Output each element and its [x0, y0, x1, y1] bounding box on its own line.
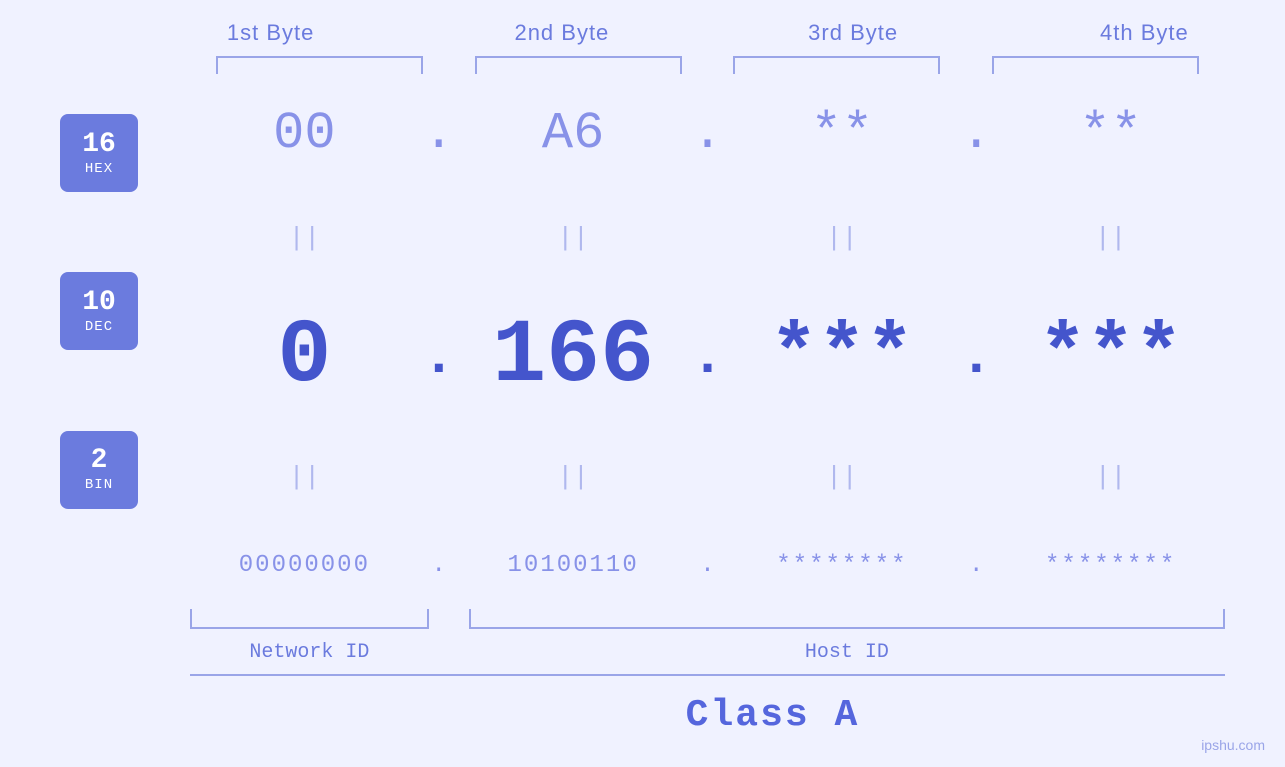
label-gap — [429, 641, 469, 664]
dec-b1: 0 — [190, 312, 419, 402]
host-bracket — [469, 609, 1225, 629]
bracket-byte1 — [216, 56, 423, 74]
dec-dot3: . — [956, 325, 996, 389]
bin-b1: 00000000 — [190, 552, 419, 579]
hex-b3: ** — [728, 104, 957, 163]
bracket-gap — [429, 609, 469, 633]
hex-badge: 16 HEX — [60, 114, 138, 192]
network-bracket — [190, 609, 429, 629]
bin-number: 2 — [91, 446, 108, 477]
byte1-header: 1st Byte — [125, 20, 416, 46]
byte2-header: 2nd Byte — [416, 20, 707, 46]
bin-dot2: . — [688, 552, 728, 579]
eq2-b3: || — [728, 462, 957, 492]
byte4-header: 4th Byte — [999, 20, 1285, 46]
main-container: 1st Byte 2nd Byte 3rd Byte 4th Byte 16 H… — [0, 0, 1285, 767]
network-id-label: Network ID — [190, 641, 429, 664]
dec-value-row: 0 . 166 . *** . — [190, 312, 1225, 402]
byte3-header: 3rd Byte — [708, 20, 999, 46]
hex-b1: 00 — [190, 104, 419, 163]
data-rows: 00 . A6 . ** . — [190, 74, 1225, 609]
bin-value-row: 00000000 . 10100110 . ******** — [190, 552, 1225, 579]
bracket-byte4 — [992, 56, 1199, 74]
header-row: 1st Byte 2nd Byte 3rd Byte 4th Byte — [125, 20, 1285, 46]
bytes-area: 00 . A6 . ** . — [190, 74, 1225, 609]
dec-b4: *** — [996, 317, 1225, 397]
hex-b4: ** — [996, 104, 1225, 163]
hex-dot1: . — [419, 104, 459, 163]
main-content: 16 HEX 10 DEC 2 BIN 00 . — [60, 74, 1225, 609]
watermark: ipshu.com — [1201, 737, 1265, 753]
eq1-b1: || — [190, 223, 419, 253]
top-brackets — [190, 56, 1225, 74]
eq-row-2: || || || || — [190, 462, 1225, 492]
bracket-byte2 — [475, 56, 682, 74]
eq1-b4: || — [996, 223, 1225, 253]
bottom-brackets — [190, 609, 1225, 633]
dec-b3: *** — [728, 317, 957, 397]
bottom-section: Network ID Host ID Class A — [190, 609, 1225, 747]
eq2-b4: || — [996, 462, 1225, 492]
labels-column: 16 HEX 10 DEC 2 BIN — [60, 74, 190, 609]
hex-dot2: . — [688, 104, 728, 163]
bin-dot1: . — [419, 552, 459, 579]
eq1-b3: || — [728, 223, 957, 253]
hex-value-row: 00 . A6 . ** . — [190, 104, 1225, 163]
bin-b4: ******** — [996, 552, 1225, 579]
bin-badge: 2 BIN — [60, 431, 138, 509]
eq2-b2: || — [459, 462, 688, 492]
bin-label: BIN — [85, 477, 113, 493]
dec-number: 10 — [82, 288, 116, 319]
eq1-b2: || — [459, 223, 688, 253]
eq2-b1: || — [190, 462, 419, 492]
hex-b2: A6 — [459, 104, 688, 163]
bottom-labels: Network ID Host ID — [190, 641, 1225, 664]
dec-b2: 166 — [459, 312, 688, 402]
class-banner: Class A — [320, 676, 1225, 747]
bin-b2: 10100110 — [459, 552, 688, 579]
hex-number: 16 — [82, 130, 116, 161]
dec-badge: 10 DEC — [60, 272, 138, 350]
bin-b3: ******** — [728, 552, 957, 579]
hex-label: HEX — [85, 161, 113, 177]
hex-dot3: . — [956, 104, 996, 163]
eq-row-1: || || || || — [190, 223, 1225, 253]
dec-dot1: . — [419, 325, 459, 389]
dec-label: DEC — [85, 319, 113, 335]
bracket-byte3 — [733, 56, 940, 74]
bin-dot3: . — [956, 552, 996, 579]
dec-dot2: . — [688, 325, 728, 389]
host-id-label: Host ID — [469, 641, 1225, 664]
